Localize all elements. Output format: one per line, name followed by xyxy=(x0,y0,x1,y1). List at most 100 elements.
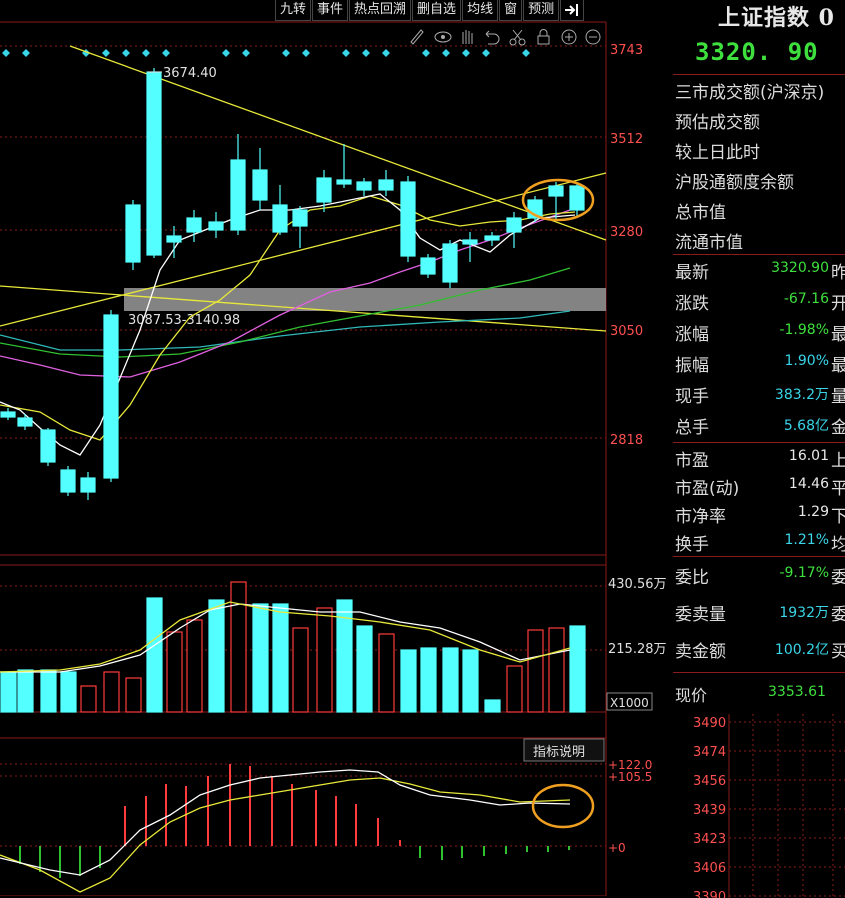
event-diamond[interactable] xyxy=(482,49,490,57)
event-diamond[interactable] xyxy=(382,49,390,57)
volume-bar[interactable] xyxy=(40,669,57,713)
undo-icon[interactable] xyxy=(485,30,500,45)
quote-row: 市盈 16.01 上 xyxy=(675,446,845,472)
event-diamond[interactable] xyxy=(222,49,230,57)
volume-bar[interactable] xyxy=(0,671,17,713)
candle[interactable] xyxy=(569,182,585,216)
indicator-bars[interactable] xyxy=(19,764,570,878)
candle[interactable] xyxy=(506,212,522,248)
volume-bar[interactable] xyxy=(378,633,395,713)
volume-bar[interactable] xyxy=(462,649,479,713)
quote-row: 总手 5.68亿金 xyxy=(675,413,845,439)
volume-bars[interactable] xyxy=(0,581,586,713)
candle[interactable] xyxy=(272,185,288,235)
event-diamond[interactable] xyxy=(422,49,430,57)
candle[interactable] xyxy=(484,232,500,246)
candle[interactable] xyxy=(0,408,16,420)
event-diamond[interactable] xyxy=(242,49,250,57)
candle[interactable] xyxy=(125,200,141,270)
volume-bar[interactable] xyxy=(80,685,97,713)
volume-bar[interactable] xyxy=(506,665,523,713)
candle[interactable] xyxy=(400,176,416,262)
volume-bar[interactable] xyxy=(484,699,501,713)
event-diamond[interactable] xyxy=(462,49,470,57)
volume-bar[interactable] xyxy=(103,671,120,713)
quote-row-value: 1.29 xyxy=(797,504,829,520)
volume-bar[interactable] xyxy=(166,631,183,713)
volume-bar[interactable] xyxy=(60,671,77,713)
lock-icon[interactable] xyxy=(537,29,550,45)
quote-row: 涨跌 -67.16 开 xyxy=(675,289,845,315)
candle[interactable] xyxy=(208,212,224,238)
event-diamond[interactable] xyxy=(522,49,530,57)
candle[interactable] xyxy=(80,472,96,500)
volume-bar[interactable] xyxy=(569,625,586,713)
event-diamond[interactable] xyxy=(2,49,10,57)
candle[interactable] xyxy=(378,170,394,196)
candle[interactable] xyxy=(230,134,246,235)
hand-icon[interactable] xyxy=(462,30,473,44)
candle[interactable] xyxy=(336,144,352,188)
volume-bar[interactable] xyxy=(442,647,459,713)
quote-row-next-label: 上 xyxy=(831,451,845,471)
quote-row-label: 预估成交额 xyxy=(675,113,760,133)
pencil-icon[interactable] xyxy=(410,29,424,45)
quote-row-label: 总市值 xyxy=(675,203,726,223)
volume-bar[interactable] xyxy=(272,603,289,713)
volume-bar[interactable] xyxy=(356,625,373,713)
event-diamond[interactable] xyxy=(282,49,290,57)
quote-row: 涨幅 -1.98% 最 xyxy=(675,320,845,346)
volume-bar[interactable] xyxy=(125,677,142,713)
event-diamond[interactable] xyxy=(162,49,170,57)
candle[interactable] xyxy=(186,210,202,242)
volume-bar[interactable] xyxy=(527,629,544,713)
event-diamond[interactable] xyxy=(302,49,310,57)
volume-y-tick: 215.28万 xyxy=(608,642,667,657)
candle[interactable] xyxy=(103,310,119,482)
quote-row-value: -1.98% xyxy=(779,322,829,338)
quote-row-label: 总手 xyxy=(675,418,709,438)
event-diamond[interactable] xyxy=(122,49,130,57)
zoom-in-icon[interactable] xyxy=(561,29,577,45)
candle[interactable] xyxy=(146,68,162,258)
event-diamond[interactable] xyxy=(142,49,150,57)
candle[interactable] xyxy=(356,178,372,196)
volume-bar[interactable] xyxy=(186,619,203,713)
volume-bar[interactable] xyxy=(292,627,309,713)
event-diamond[interactable] xyxy=(342,49,350,57)
mini-chart[interactable]: 3490 3474 3456 3439 3423 3406 3390 xyxy=(673,708,845,898)
candle[interactable] xyxy=(166,226,182,258)
quote-row-next-label: 最 xyxy=(831,325,845,345)
eye-icon[interactable] xyxy=(434,31,452,43)
chart-area[interactable]: 3087.53-3140.98 3674.40 3743 3512 3280 3… xyxy=(0,0,673,896)
volume-bar[interactable] xyxy=(146,597,163,713)
volume-bar[interactable] xyxy=(17,669,34,713)
candlesticks[interactable] xyxy=(0,68,585,500)
volume-bar[interactable] xyxy=(316,607,333,713)
event-diamond[interactable] xyxy=(442,49,450,57)
candle[interactable] xyxy=(420,254,436,278)
volume-bar[interactable] xyxy=(420,647,437,713)
zoom-out-icon[interactable] xyxy=(585,29,601,45)
event-diamond[interactable] xyxy=(102,49,110,57)
candle[interactable] xyxy=(462,232,478,262)
scissors-icon[interactable] xyxy=(509,29,526,46)
event-diamond[interactable] xyxy=(362,49,370,57)
candle[interactable] xyxy=(292,206,308,248)
volume-bar[interactable] xyxy=(400,649,417,713)
candle[interactable] xyxy=(252,148,268,210)
moving-averages xyxy=(0,193,576,456)
event-diamond[interactable] xyxy=(22,49,30,57)
volume-bar[interactable] xyxy=(230,581,247,713)
volume-bar[interactable] xyxy=(548,627,565,713)
candle[interactable] xyxy=(442,240,458,288)
candle[interactable] xyxy=(60,466,76,496)
volume-bar[interactable] xyxy=(252,603,269,713)
mini-y-tick: 3423 xyxy=(693,832,726,847)
candle[interactable] xyxy=(17,414,33,430)
volume-bar[interactable] xyxy=(208,599,225,713)
quote-row: 市盈(动) 14.46 平 xyxy=(675,474,845,500)
quote-row-label: 现手 xyxy=(675,387,709,407)
candle[interactable] xyxy=(40,428,56,466)
ma-yellow-line xyxy=(0,195,576,441)
